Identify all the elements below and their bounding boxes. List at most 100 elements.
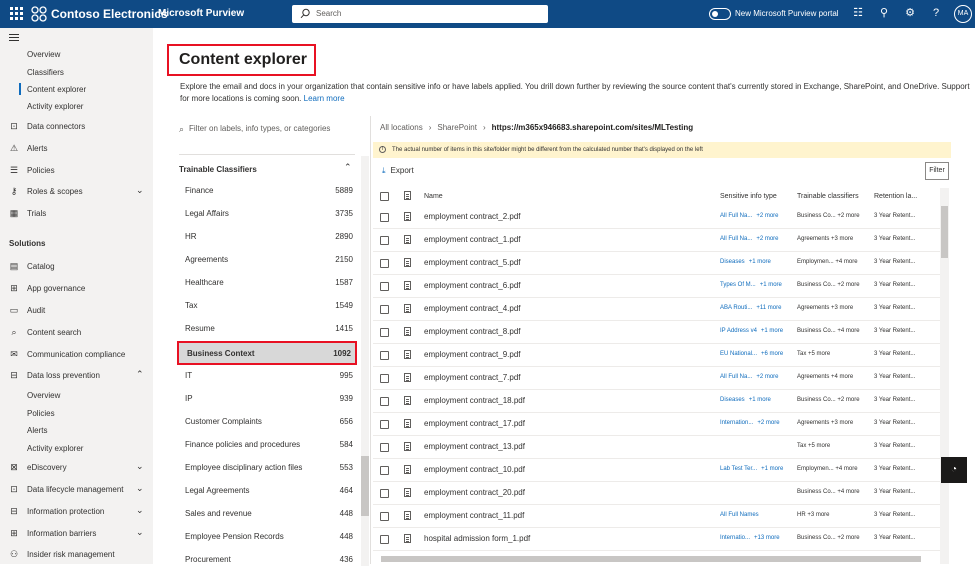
table-row[interactable]: employment contract_6.pdf Types Of M... +1… xyxy=(373,275,941,298)
table-row[interactable]: employment contract_2.pdf All Full Na... +… xyxy=(373,206,941,229)
row-checkbox[interactable] xyxy=(380,512,389,521)
row-checkbox[interactable] xyxy=(380,466,389,475)
classifier-row[interactable]: IT 995 xyxy=(177,365,357,387)
row-checkbox[interactable] xyxy=(380,305,389,314)
classifier-row[interactable]: Procurement 436 xyxy=(177,549,357,571)
row-checkbox[interactable] xyxy=(380,443,389,452)
connections-icon[interactable]: ⚲ xyxy=(877,6,891,20)
row-checkbox[interactable] xyxy=(380,282,389,291)
nav-app-governance[interactable]: ⊞ App governance xyxy=(0,282,153,298)
app-launcher-icon[interactable] xyxy=(10,7,23,20)
row-checkbox[interactable] xyxy=(380,328,389,337)
table-row[interactable]: employment contract_1.pdf All Full Na... +… xyxy=(373,229,941,252)
row-checkbox[interactable] xyxy=(380,489,389,498)
classifier-row[interactable]: Finance 5889 xyxy=(177,180,357,202)
column-header-sensitive-info-type[interactable]: Sensitive info type xyxy=(720,193,777,200)
filter-scrollbar-thumb[interactable] xyxy=(361,456,369,516)
row-checkbox[interactable] xyxy=(380,397,389,406)
global-search-input[interactable]: Search xyxy=(292,5,548,23)
row-checkbox[interactable] xyxy=(380,420,389,429)
nav-classifiers[interactable]: Classifiers xyxy=(0,66,153,82)
table-row[interactable]: employment contract_11.pdf All Full Names… xyxy=(373,505,941,528)
nav-dlp-overview[interactable]: Overview xyxy=(0,389,153,405)
nav-information-barriers[interactable]: ⊞ Information barriers ⌄ xyxy=(0,527,153,543)
table-row[interactable]: employment contract_10.pdf Lab Test Ter..… xyxy=(373,459,941,482)
nav-data-lifecycle-management[interactable]: ⊡ Data lifecycle management ⌄ xyxy=(0,483,153,499)
nav-content-search[interactable]: ⌕ Content search xyxy=(0,326,153,342)
row-checkbox[interactable] xyxy=(380,236,389,245)
classifier-row[interactable]: Sales and revenue 448 xyxy=(177,503,357,525)
classifier-row[interactable]: Customer Complaints 656 xyxy=(177,411,357,433)
table-row[interactable]: hospital admission form_1.pdf Internatio.… xyxy=(373,528,941,551)
column-header-name[interactable]: Name xyxy=(424,193,443,200)
learn-more-link[interactable]: Learn more xyxy=(304,94,345,103)
classifier-row[interactable]: Employee Pension Records 448 xyxy=(177,526,357,548)
new-portal-toggle[interactable] xyxy=(709,8,731,20)
row-checkbox[interactable] xyxy=(380,259,389,268)
checklist-icon[interactable]: ☷ xyxy=(851,6,865,20)
nav-alerts[interactable]: ⚠ Alerts xyxy=(0,142,153,158)
avatar[interactable]: MA xyxy=(954,5,972,23)
help-icon[interactable]: ? xyxy=(929,6,943,20)
filter-search-input[interactable]: ⌕ Filter on labels, info types, or categ… xyxy=(179,124,330,134)
nav-audit[interactable]: ▭ Audit xyxy=(0,304,153,320)
nav-data-connectors[interactable]: ⊡ Data connectors xyxy=(0,120,153,136)
nav-content-explorer[interactable]: Content explorer xyxy=(0,83,153,99)
table-row[interactable]: employment contract_20.pdf Business Co...… xyxy=(373,482,941,505)
classifier-row-selected[interactable]: Business Context 1092 xyxy=(177,341,357,365)
nav-ediscovery[interactable]: ⊠ eDiscovery ⌄ xyxy=(0,461,153,477)
nav-insider-risk-management[interactable]: ⚇ Insider risk management xyxy=(0,548,153,564)
nav-information-protection[interactable]: ⊟ Information protection ⌄ xyxy=(0,505,153,521)
nav-overview[interactable]: Overview xyxy=(0,48,153,64)
classifier-row[interactable]: Healthcare 1587 xyxy=(177,272,357,294)
nav-dlp-alerts[interactable]: Alerts xyxy=(0,424,153,440)
classifier-row[interactable]: Employee disciplinary action files 553 xyxy=(177,457,357,479)
table-row[interactable]: employment contract_7.pdf All Full Na... +… xyxy=(373,367,941,390)
classifier-row[interactable]: Tax 1549 xyxy=(177,295,357,317)
table-row[interactable]: employment contract_9.pdf EU National... +… xyxy=(373,344,941,367)
row-checkbox[interactable] xyxy=(380,351,389,360)
classifier-row[interactable]: Agreements 2150 xyxy=(177,249,357,271)
table-row[interactable]: employment contract_17.pdf Internation...… xyxy=(373,413,941,436)
hamburger-menu-icon[interactable] xyxy=(9,34,19,43)
nav-dlp-policies[interactable]: Policies xyxy=(0,407,153,423)
classifier-row[interactable]: IP 939 xyxy=(177,388,357,410)
table-row[interactable]: employment contract_18.pdf Diseases +1 mor… xyxy=(373,390,941,413)
section-title[interactable]: Trainable Classifiers xyxy=(179,165,257,174)
table-row[interactable]: employment contract_4.pdf ABA Routi... +11… xyxy=(373,298,941,321)
nav-data-loss-prevention[interactable]: ⊟ Data loss prevention ⌃ xyxy=(0,369,153,385)
chevron-up-icon[interactable]: ⌃ xyxy=(344,162,352,173)
classifier-row[interactable]: Legal Agreements 464 xyxy=(177,480,357,502)
table-scrollbar-thumb[interactable] xyxy=(941,206,948,258)
classifier-row[interactable]: Legal Affairs 3735 xyxy=(177,203,357,225)
column-header-retention-label[interactable]: Retention la... xyxy=(874,193,917,200)
nav-communication-compliance[interactable]: ✉ Communication compliance xyxy=(0,348,153,364)
classifier-row[interactable]: HR 2890 xyxy=(177,226,357,248)
settings-gear-icon[interactable]: ⚙ xyxy=(903,6,917,20)
select-all-checkbox[interactable] xyxy=(380,192,389,201)
nav-roles-scopes[interactable]: ⚷ Roles & scopes ⌄ xyxy=(0,185,153,201)
org-name[interactable]: Contoso Electronics xyxy=(51,7,168,21)
nav-activity-explorer[interactable]: Activity explorer xyxy=(0,100,153,116)
classifier-row[interactable]: Finance policies and procedures 584 xyxy=(177,434,357,456)
horizontal-scrollbar-thumb[interactable] xyxy=(381,556,921,562)
app-name[interactable]: Microsoft Purview xyxy=(158,8,244,19)
feedback-icon[interactable]: ◔ xyxy=(941,457,967,483)
classifier-row[interactable]: Resume 1415 xyxy=(177,318,357,340)
table-row[interactable]: employment contract_13.pdf Tax +5 more 3 Y… xyxy=(373,436,941,459)
row-checkbox[interactable] xyxy=(380,374,389,383)
nav-trials[interactable]: ▦ Trials xyxy=(0,207,153,223)
column-header-trainable-classifiers[interactable]: Trainable classifiers xyxy=(797,193,859,200)
export-button[interactable]: ⤓ Export xyxy=(382,166,414,176)
horizontal-scrollbar[interactable] xyxy=(373,556,951,564)
breadcrumb-all-locations[interactable]: All locations xyxy=(380,123,423,132)
row-checkbox[interactable] xyxy=(380,213,389,222)
nav-policies[interactable]: ☰ Policies xyxy=(0,164,153,180)
nav-catalog[interactable]: ▤ Catalog xyxy=(0,260,153,276)
table-row[interactable]: employment contract_5.pdf Diseases +1 more… xyxy=(373,252,941,275)
table-row[interactable]: employment contract_8.pdf IP Address v4 +1… xyxy=(373,321,941,344)
row-checkbox[interactable] xyxy=(380,535,389,544)
filter-button[interactable]: Filter xyxy=(925,162,949,180)
nav-dlp-activity-explorer[interactable]: Activity explorer xyxy=(0,442,153,458)
breadcrumb-sharepoint[interactable]: SharePoint xyxy=(437,123,477,132)
